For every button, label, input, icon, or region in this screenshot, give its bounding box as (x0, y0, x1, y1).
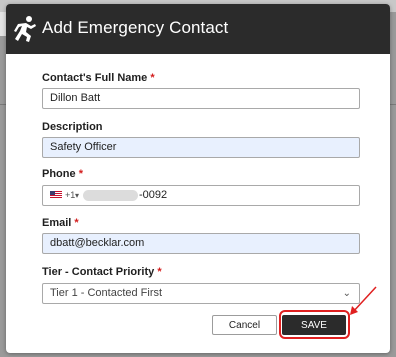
country-code[interactable]: +1 (65, 186, 75, 205)
tier-label-text: Tier - Contact Priority (42, 266, 155, 278)
phone-label: Phone * (42, 168, 83, 180)
backdrop-divider-right (389, 104, 396, 105)
save-button[interactable]: SAVE (282, 315, 346, 335)
dialog-title: Add Emergency Contact (42, 18, 229, 37)
full-name-input[interactable]: Dillon Batt (42, 88, 360, 109)
full-name-label-text: Contact's Full Name (42, 72, 148, 84)
phone-input[interactable]: +1 ▾ -0092 (42, 185, 360, 206)
chevron-down-icon[interactable]: ▾ (75, 186, 79, 205)
email-input[interactable]: dbatt@becklar.com (42, 233, 360, 254)
tier-selected-value: Tier 1 - Contacted First (50, 287, 163, 299)
phone-input-content: +1 ▾ -0092 (43, 186, 359, 205)
phone-number-suffix: -0092 (139, 189, 168, 201)
runner-logo-icon (14, 16, 36, 42)
email-label: Email * (42, 217, 79, 229)
annotation-arrow-icon (350, 286, 377, 315)
email-label-text: Email (42, 217, 72, 229)
required-mark: * (157, 266, 162, 278)
description-label: Description (42, 121, 103, 133)
redacted-digits (83, 190, 138, 201)
dialog-header: Add Emergency Contact (6, 4, 390, 54)
add-emergency-contact-dialog: Add Emergency Contact Contact's Full Nam… (6, 4, 390, 353)
required-mark: * (150, 72, 155, 84)
cancel-button[interactable]: Cancel (212, 315, 277, 335)
tier-label: Tier - Contact Priority * (42, 266, 162, 278)
tier-select[interactable]: Tier 1 - Contacted First ⌄ (42, 283, 360, 304)
required-mark: * (74, 217, 79, 229)
full-name-label: Contact's Full Name * (42, 72, 155, 84)
required-mark: * (78, 168, 83, 180)
us-flag-icon[interactable] (50, 191, 62, 199)
phone-label-text: Phone (42, 168, 76, 180)
description-input[interactable]: Safety Officer (42, 137, 360, 158)
